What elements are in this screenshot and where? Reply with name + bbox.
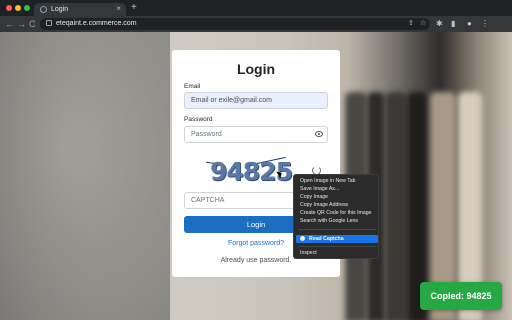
- close-window-button[interactable]: [6, 5, 12, 11]
- context-menu: Open Image in New Tab Save Image As... C…: [293, 174, 379, 259]
- extension-icon[interactable]: ✱: [436, 19, 443, 29]
- new-tab-button[interactable]: +: [131, 2, 137, 14]
- menu-item-open-image[interactable]: Open Image in New Tab: [300, 178, 356, 185]
- minimize-window-button[interactable]: [15, 5, 21, 11]
- profile-icon[interactable]: ●: [467, 19, 472, 29]
- captcha-placeholder: CAPTCHA: [191, 197, 225, 204]
- menu-item-inspect[interactable]: Inspect: [300, 250, 317, 257]
- globe-icon: [40, 6, 47, 13]
- star-icon[interactable]: ☆: [420, 19, 426, 29]
- maximize-window-button[interactable]: [24, 5, 30, 11]
- password-field[interactable]: Password: [184, 126, 328, 143]
- browser-toolbar: ← → C eteqaint.e.commerce.com ⇪ ☆ ✱ ▮ ● …: [0, 16, 512, 32]
- password-label: Password: [184, 116, 213, 123]
- menu-icon[interactable]: ⋮: [481, 19, 489, 29]
- menu-item-read-captcha[interactable]: Read Captcha: [296, 235, 378, 243]
- menu-item-google-lens[interactable]: Search with Google Lens: [300, 218, 358, 225]
- tab-title: Login: [51, 6, 69, 13]
- menu-divider: [298, 246, 376, 247]
- url-text: eteqaint.e.commerce.com: [56, 20, 137, 27]
- tab-login[interactable]: Login ×: [34, 3, 126, 16]
- lock-icon[interactable]: [46, 20, 52, 26]
- email-label: Email: [184, 83, 201, 90]
- email-field[interactable]: Email or exile@gmail.com: [184, 92, 328, 109]
- read-captcha-label: Read Captcha: [309, 236, 344, 242]
- eye-icon[interactable]: [315, 131, 323, 137]
- copied-toast: Copied: 94825: [420, 282, 502, 310]
- extension-icon: [300, 236, 305, 241]
- password-placeholder: Password: [191, 131, 222, 138]
- sidepanel-icon[interactable]: ▮: [451, 19, 455, 29]
- address-bar[interactable]: eteqaint.e.commerce.com ⇪ ☆: [40, 18, 430, 30]
- menu-item-copy-image[interactable]: Copy Image: [300, 194, 328, 201]
- back-button[interactable]: ←: [5, 17, 14, 31]
- share-icon[interactable]: ⇪: [408, 19, 414, 29]
- background-blur: [0, 32, 170, 320]
- menu-item-qr-code[interactable]: Create QR Code for this Image: [300, 210, 372, 217]
- reload-button[interactable]: C: [29, 17, 36, 31]
- close-tab-icon[interactable]: ×: [116, 3, 121, 15]
- menu-divider: [298, 229, 376, 230]
- menu-item-save-image[interactable]: Save Image As...: [300, 186, 339, 193]
- email-value: Email or exile@gmail.com: [191, 97, 273, 104]
- background-clothing: [385, 92, 407, 320]
- tab-bar: Login × +: [0, 0, 512, 16]
- forward-button[interactable]: →: [17, 17, 26, 31]
- page-title: Login: [236, 61, 276, 77]
- menu-item-copy-address[interactable]: Copy Image Address: [300, 202, 348, 209]
